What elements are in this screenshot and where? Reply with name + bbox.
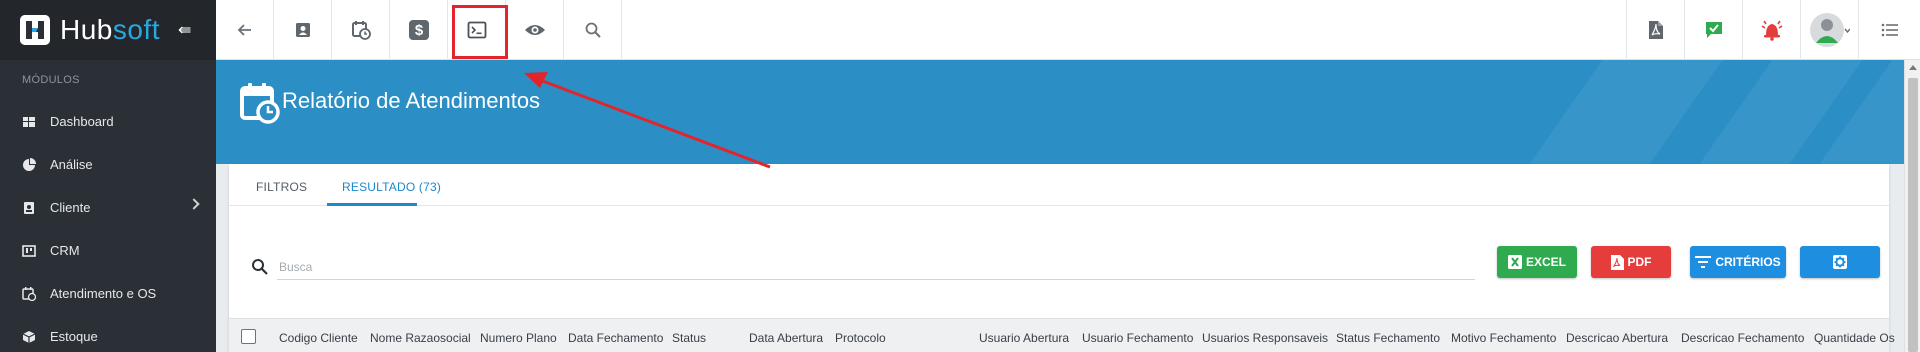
pie-chart-icon <box>23 157 36 171</box>
sidebar: Hubsoft ⇚ MÓDULOS Dashboard Análise Clie… <box>0 0 216 352</box>
brand-header: Hubsoft ⇚ <box>0 0 216 60</box>
search-icon <box>585 22 601 38</box>
page-scrollbar[interactable] <box>1904 60 1920 352</box>
contact-card-icon <box>295 23 310 37</box>
criteria-button-label: CRITÉRIOS <box>1715 255 1781 269</box>
dollar-icon: $ <box>408 20 429 40</box>
sidebar-item-label: Atendimento e OS <box>50 286 157 301</box>
alarm-bell-icon <box>1761 20 1782 41</box>
view-button[interactable] <box>506 0 564 60</box>
column-header[interactable]: Protocolo <box>835 331 886 345</box>
terminal-highlight-box <box>452 5 508 59</box>
kanban-icon <box>22 244 36 257</box>
client-card-button[interactable] <box>274 0 332 60</box>
svg-text:$: $ <box>414 22 423 39</box>
sidebar-item-label: Dashboard <box>50 114 114 129</box>
column-header[interactable]: Descricao Fechamento <box>1681 331 1804 345</box>
gear-icon <box>1833 255 1847 269</box>
excel-export-button[interactable]: EXCEL <box>1497 246 1577 278</box>
user-menu-button[interactable] <box>1800 0 1858 60</box>
column-header[interactable]: Status <box>672 331 706 345</box>
chevron-right-icon <box>188 198 200 210</box>
column-header[interactable]: Descricao Abertura <box>1566 331 1668 345</box>
tab-filtros[interactable]: FILTROS <box>256 180 307 194</box>
hubsoft-logo-icon <box>20 15 50 45</box>
column-header[interactable]: Codigo Cliente <box>279 331 358 345</box>
table-header: Codigo Cliente Nome Razaosocial Numero P… <box>229 318 1895 352</box>
scroll-thumb[interactable] <box>1908 78 1918 352</box>
pdf-export-button[interactable]: PDF <box>1591 246 1671 278</box>
collapse-sidebar-icon[interactable]: ⇚ <box>178 20 191 40</box>
select-all-checkbox[interactable] <box>241 329 256 344</box>
list-menu-icon <box>1881 23 1898 37</box>
column-header[interactable]: Data Abertura <box>749 331 823 345</box>
banner-stripe <box>1529 60 1723 164</box>
column-header[interactable]: Nome Razaosocial <box>370 331 471 345</box>
search-icon <box>252 259 268 275</box>
calendar-clock-icon <box>240 83 280 124</box>
sidebar-item-estoque[interactable]: Estoque <box>0 315 216 352</box>
column-header[interactable]: Data Fechamento <box>568 331 663 345</box>
back-arrow-icon <box>237 24 251 36</box>
eye-icon <box>524 25 545 35</box>
brand-name: Hubsoft <box>60 14 161 45</box>
search-button[interactable] <box>564 0 622 60</box>
sidebar-item-label: Cliente <box>50 200 91 215</box>
search-input[interactable] <box>277 254 1475 280</box>
filter-icon <box>1695 256 1712 268</box>
sidebar-item-crm[interactable]: CRM <box>0 229 216 272</box>
column-header[interactable]: Quantidade Os <box>1814 331 1895 345</box>
sidebar-item-label: Estoque <box>50 329 98 344</box>
chat-check-icon <box>1705 22 1722 38</box>
calendar-clock-icon <box>351 21 371 40</box>
menu-list-button[interactable] <box>1858 0 1920 60</box>
page-title: Relatório de Atendimentos <box>282 88 541 113</box>
sidebar-item-cliente[interactable]: Cliente <box>0 186 216 229</box>
pdf-file-icon <box>1648 21 1663 39</box>
tab-bar: FILTROS RESULTADO (73) <box>229 164 1889 206</box>
column-header[interactable]: Usuario Abertura <box>979 331 1069 345</box>
chat-button[interactable] <box>1684 0 1742 60</box>
user-avatar <box>1809 13 1850 47</box>
column-header[interactable]: Numero Plano <box>480 331 557 345</box>
page-banner: Relatório de Atendimentos <box>216 60 1904 164</box>
column-header[interactable]: Usuario Fechamento <box>1082 331 1193 345</box>
pdf-button-label: PDF <box>1627 255 1652 269</box>
column-header[interactable]: Usuarios Responsaveis <box>1202 331 1328 345</box>
column-header[interactable]: Status Fechamento <box>1336 331 1440 345</box>
financial-button[interactable]: $ <box>390 0 448 60</box>
back-button[interactable] <box>216 0 274 60</box>
active-tab-indicator <box>327 203 417 206</box>
topbar: $ <box>216 0 1920 60</box>
settings-button[interactable] <box>1800 246 1880 278</box>
schedule-button[interactable] <box>332 0 390 60</box>
criteria-button[interactable]: CRITÉRIOS <box>1690 246 1786 278</box>
scroll-up-icon[interactable] <box>1909 65 1917 70</box>
excel-button-label: EXCEL <box>1525 255 1566 269</box>
column-header[interactable]: Motivo Fechamento <box>1451 331 1556 345</box>
pdf-file-icon <box>1610 254 1624 270</box>
sidebar-item-atendimento-os[interactable]: Atendimento e OS <box>0 272 216 315</box>
sidebar-item-dashboard[interactable]: Dashboard <box>0 100 216 143</box>
sidebar-item-label: Análise <box>50 157 93 172</box>
pdf-button[interactable] <box>1626 0 1684 60</box>
excel-icon <box>1507 255 1522 269</box>
sidebar-item-label: CRM <box>50 243 80 258</box>
contact-card-icon <box>24 201 34 214</box>
results-card: FILTROS RESULTADO (73) EXCEL PDF CRITÉRI… <box>229 164 1895 352</box>
dashboard-icon <box>23 116 35 127</box>
calendar-clock-icon <box>22 286 36 301</box>
alarm-button[interactable] <box>1742 0 1800 60</box>
sidebar-item-analise[interactable]: Análise <box>0 143 216 186</box>
box-icon <box>22 330 36 343</box>
tab-resultado[interactable]: RESULTADO (73) <box>342 180 441 194</box>
modules-section-title: MÓDULOS <box>22 74 80 86</box>
